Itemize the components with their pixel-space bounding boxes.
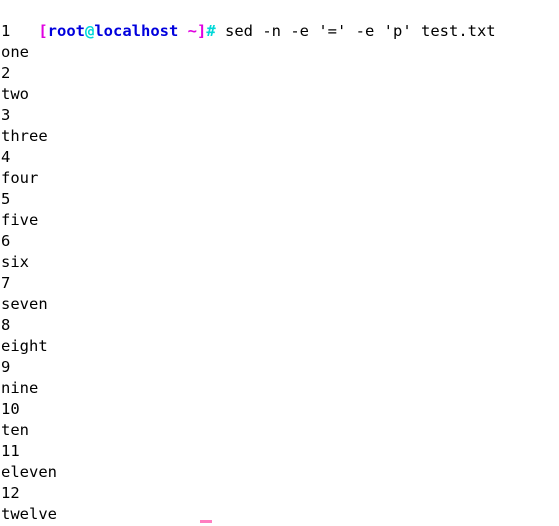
output-line: six — [1, 253, 29, 271]
output-line: 12 — [1, 484, 20, 502]
output-line: three — [1, 127, 48, 145]
command-output: 1 one 2 two 3 three 4 four 5 five 6 six 7 seven 8 eight… — [0, 21, 559, 525]
output-line: 7 — [1, 274, 11, 292]
output-line: 11 — [1, 442, 20, 460]
output-line: two — [1, 85, 29, 103]
output-line: twelve — [1, 505, 57, 523]
prompt-open-bracket: [ — [38, 22, 48, 40]
output-line: five — [1, 211, 39, 229]
output-line: seven — [1, 295, 48, 313]
prompt-at-symbol: @ — [85, 22, 95, 40]
output-line: 10 — [1, 400, 20, 418]
command-input[interactable]: sed -n -e '=' -e 'p' test.txt — [216, 22, 496, 40]
output-line: 9 — [1, 358, 11, 376]
prompt-root-sigil: # — [206, 22, 216, 40]
terminal-cursor — [200, 520, 212, 523]
prompt-hostname: localhost — [94, 22, 179, 40]
terminal-window[interactable]: [root@localhost ~]# sed -n -e '=' -e 'p'… — [0, 0, 559, 526]
output-line: 4 — [1, 148, 11, 166]
prompt-username: root — [47, 22, 85, 40]
output-line: 2 — [1, 64, 11, 82]
output-line: 8 — [1, 316, 11, 334]
output-line: eight — [1, 337, 48, 355]
output-line: ten — [1, 421, 29, 439]
output-line: 3 — [1, 106, 11, 124]
output-line: nine — [1, 379, 39, 397]
output-line: 5 — [1, 190, 11, 208]
output-line: eleven — [1, 463, 57, 481]
prompt-line: [root@localhost ~]# sed -n -e '=' -e 'p'… — [0, 0, 559, 40]
output-line: four — [1, 169, 39, 187]
prompt-working-directory: ~] — [178, 22, 207, 40]
output-line: 6 — [1, 232, 11, 250]
output-line: one — [1, 43, 29, 61]
